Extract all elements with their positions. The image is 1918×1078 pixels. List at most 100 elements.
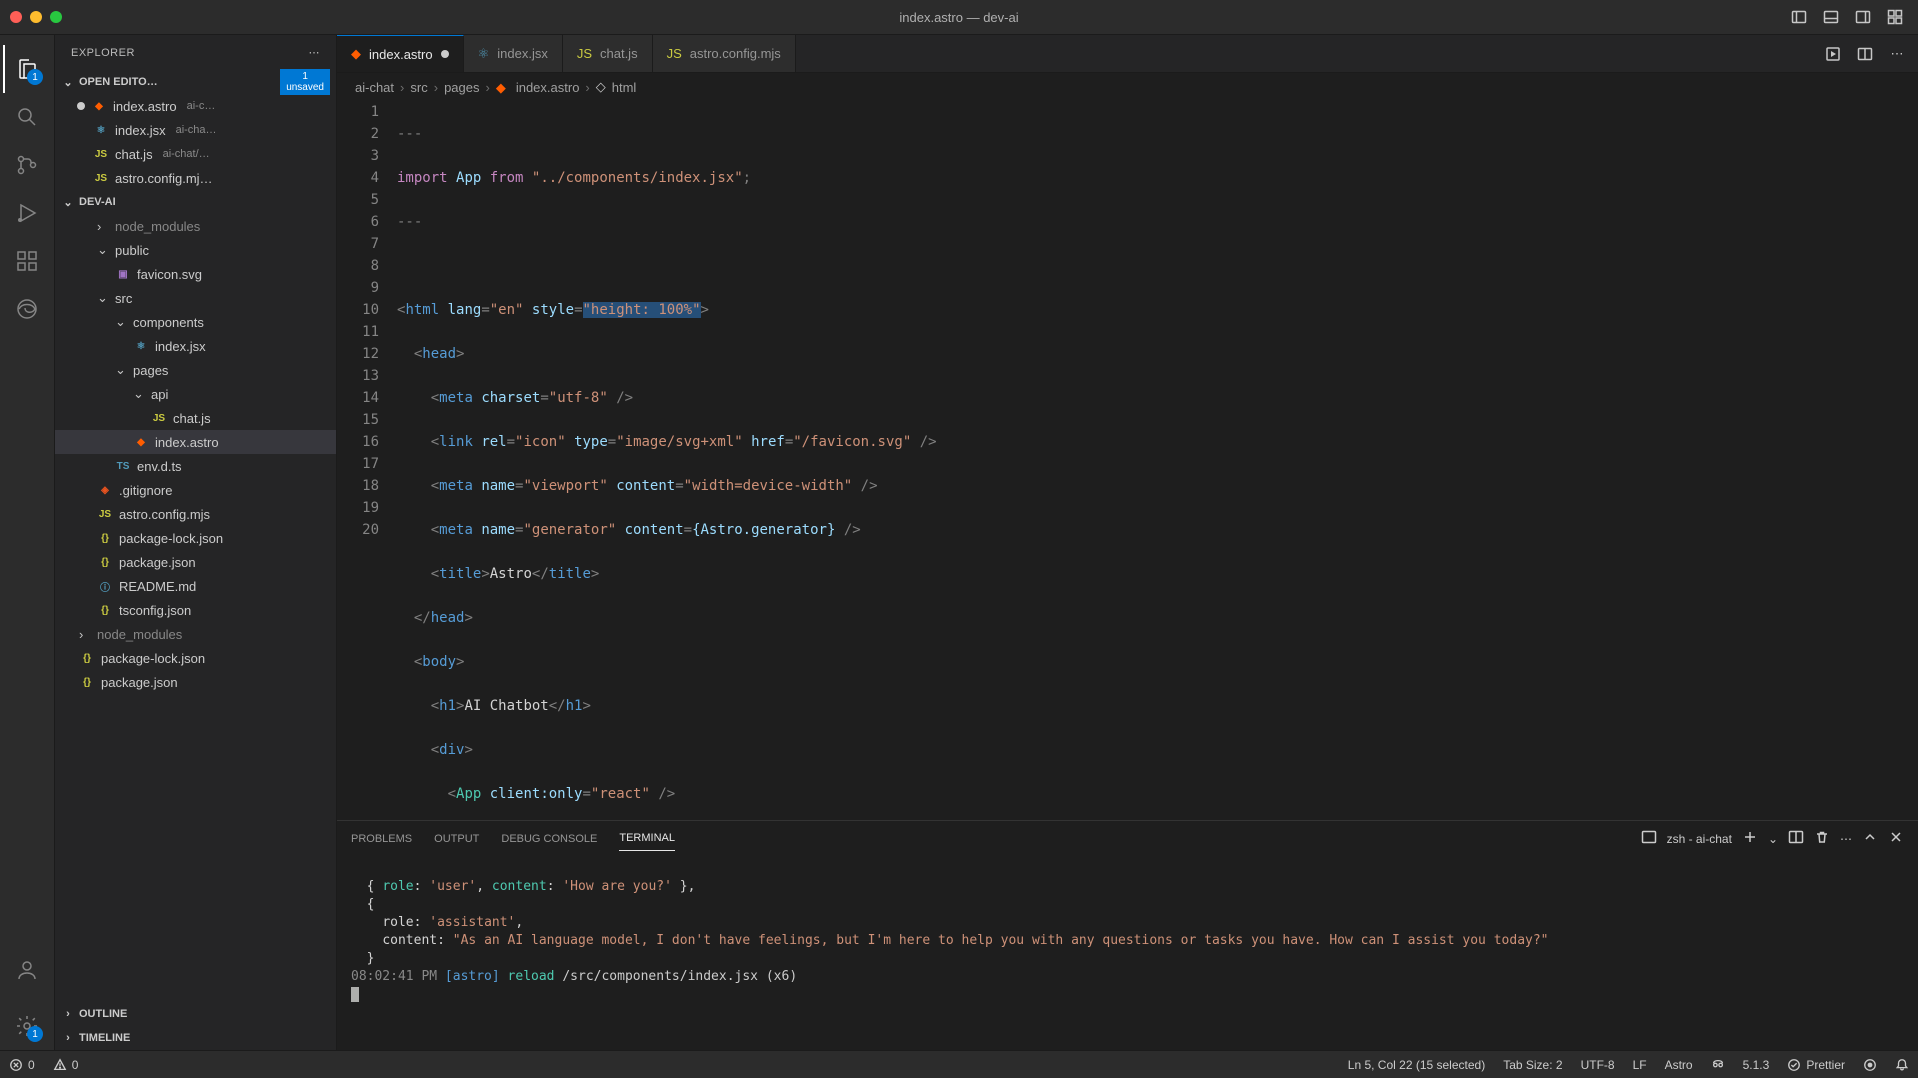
- toggle-primary-sidebar-icon[interactable]: [1786, 6, 1812, 28]
- status-copilot-icon[interactable]: [1702, 1058, 1734, 1072]
- explorer-activity[interactable]: 1: [3, 45, 51, 93]
- tab-index-astro[interactable]: ◆index.astro: [337, 35, 464, 72]
- status-tab-size[interactable]: Tab Size: 2: [1494, 1058, 1571, 1072]
- more-actions-icon[interactable]: ⋯: [1884, 43, 1910, 65]
- kill-terminal-icon[interactable]: [1814, 829, 1830, 848]
- file-package-json[interactable]: {}package.json: [55, 670, 336, 694]
- timeline-section[interactable]: ›TIMELINE: [55, 1026, 336, 1050]
- status-live-share-icon[interactable]: [1854, 1058, 1886, 1072]
- json-file-icon: {}: [97, 554, 113, 570]
- search-activity[interactable]: [3, 93, 51, 141]
- chevron-right-icon: ›: [79, 627, 91, 642]
- status-errors[interactable]: 0: [0, 1051, 44, 1078]
- breadcrumb-item[interactable]: ai-chat: [355, 80, 394, 95]
- status-bell-icon[interactable]: [1886, 1058, 1918, 1072]
- settings-activity[interactable]: 1: [3, 1002, 51, 1050]
- file-tsconfig[interactable]: {}tsconfig.json: [55, 598, 336, 622]
- title-bar: index.astro — dev-ai: [0, 0, 1918, 35]
- minimize-window-icon[interactable]: [30, 11, 42, 23]
- astro-file-icon: ◆: [133, 434, 149, 450]
- file-gitignore[interactable]: ◈.gitignore: [55, 478, 336, 502]
- json-file-icon: {}: [79, 674, 95, 690]
- split-terminal-icon[interactable]: [1788, 829, 1804, 848]
- code-editor[interactable]: 1234567891011121314151617181920 --- impo…: [337, 101, 1918, 820]
- panel-tab-output[interactable]: OUTPUT: [434, 827, 479, 851]
- tab-astro-config[interactable]: JSastro.config.mjs: [653, 35, 796, 72]
- open-editors-section[interactable]: ⌄ OPEN EDITO… 1 unsaved: [55, 70, 336, 94]
- file-env-dts[interactable]: TSenv.d.ts: [55, 454, 336, 478]
- close-window-icon[interactable]: [10, 11, 22, 23]
- breadcrumb-item[interactable]: html: [612, 80, 637, 95]
- toggle-secondary-sidebar-icon[interactable]: [1850, 6, 1876, 28]
- status-warnings[interactable]: 0: [44, 1051, 88, 1078]
- terminal-output[interactable]: { role: 'user', content: 'How are you?' …: [337, 856, 1918, 1050]
- folder-pages[interactable]: ⌄pages: [55, 358, 336, 382]
- customize-layout-icon[interactable]: [1882, 6, 1908, 28]
- edge-activity[interactable]: [3, 285, 51, 333]
- open-editor-item[interactable]: JSchat.jsai-chat/…: [55, 142, 336, 166]
- tab-chat-js[interactable]: JSchat.js: [563, 35, 653, 72]
- code-content[interactable]: --- import App from "../components/index…: [397, 101, 1918, 820]
- chevron-down-icon[interactable]: ⌄: [1768, 832, 1778, 846]
- file-chat-js[interactable]: JSchat.js: [55, 406, 336, 430]
- status-language[interactable]: Astro: [1656, 1058, 1702, 1072]
- breadcrumb[interactable]: ai-chat› src› pages› ◆index.astro› ◇html: [337, 73, 1918, 101]
- status-bar: 0 0 Ln 5, Col 22 (15 selected) Tab Size:…: [0, 1050, 1918, 1078]
- split-editor-icon[interactable]: [1852, 43, 1878, 65]
- panel-tabs: PROBLEMS OUTPUT DEBUG CONSOLE TERMINAL z…: [337, 821, 1918, 856]
- terminal-shell-label[interactable]: zsh - ai-chat: [1667, 832, 1732, 846]
- open-editors-list: ◆index.astroai-c… ⚛index.jsxai-cha… JSch…: [55, 94, 336, 190]
- open-editor-item[interactable]: ⚛index.jsxai-cha…: [55, 118, 336, 142]
- breadcrumb-item[interactable]: pages: [444, 80, 479, 95]
- outline-section[interactable]: ›OUTLINE: [55, 1002, 336, 1026]
- more-actions-icon[interactable]: ⋯: [1840, 832, 1852, 846]
- folder-public[interactable]: ⌄public: [55, 238, 336, 262]
- terminal-shell-icon[interactable]: [1641, 829, 1657, 848]
- file-index-jsx[interactable]: ⚛index.jsx: [55, 334, 336, 358]
- json-file-icon: {}: [79, 650, 95, 666]
- file-tree: ›node_modules ⌄public ▣favicon.svg ⌄src …: [55, 214, 336, 1002]
- sidebar-more-icon[interactable]: ⋯: [309, 46, 321, 59]
- zoom-window-icon[interactable]: [50, 11, 62, 23]
- breadcrumb-item[interactable]: index.astro: [516, 80, 580, 95]
- status-encoding[interactable]: UTF-8: [1572, 1058, 1624, 1072]
- source-control-activity[interactable]: [3, 141, 51, 189]
- chevron-down-icon: ⌄: [115, 314, 127, 330]
- file-astro-config[interactable]: JSastro.config.mjs: [55, 502, 336, 526]
- file-pkg-lock[interactable]: {}package-lock.json: [55, 646, 336, 670]
- extensions-activity[interactable]: [3, 237, 51, 285]
- panel-tab-terminal[interactable]: TERMINAL: [619, 826, 675, 851]
- panel-tab-debug[interactable]: DEBUG CONSOLE: [501, 827, 597, 851]
- folder-components[interactable]: ⌄components: [55, 310, 336, 334]
- tab-index-jsx[interactable]: ⚛index.jsx: [464, 35, 563, 72]
- open-editor-item[interactable]: ◆index.astroai-c…: [55, 94, 336, 118]
- js-file-icon: JS: [577, 46, 592, 61]
- run-debug-activity[interactable]: [3, 189, 51, 237]
- window-controls[interactable]: [10, 11, 62, 23]
- open-editor-item[interactable]: JSastro.config.mj…: [55, 166, 336, 190]
- run-icon[interactable]: [1820, 43, 1846, 65]
- status-eol[interactable]: LF: [1624, 1058, 1656, 1072]
- project-section[interactable]: ⌄ DEV-AI: [55, 190, 336, 214]
- file-pkg-lock[interactable]: {}package-lock.json: [55, 526, 336, 550]
- status-prettier[interactable]: Prettier: [1778, 1058, 1854, 1072]
- file-package-json[interactable]: {}package.json: [55, 550, 336, 574]
- folder-src[interactable]: ⌄src: [55, 286, 336, 310]
- folder-node-modules[interactable]: ›node_modules: [55, 214, 336, 238]
- terminal-add-button[interactable]: [1742, 829, 1758, 848]
- js-file-icon: JS: [97, 506, 113, 522]
- folder-node-modules[interactable]: ›node_modules: [55, 622, 336, 646]
- status-cursor-position[interactable]: Ln 5, Col 22 (15 selected): [1339, 1058, 1494, 1072]
- file-readme[interactable]: ⓘREADME.md: [55, 574, 336, 598]
- js-file-icon: JS: [151, 410, 167, 426]
- close-panel-icon[interactable]: [1888, 829, 1904, 848]
- maximize-panel-icon[interactable]: [1862, 829, 1878, 848]
- folder-api[interactable]: ⌄api: [55, 382, 336, 406]
- accounts-activity[interactable]: [3, 946, 51, 994]
- status-version[interactable]: 5.1.3: [1734, 1058, 1779, 1072]
- file-index-astro[interactable]: ◆index.astro: [55, 430, 336, 454]
- breadcrumb-item[interactable]: src: [410, 80, 427, 95]
- panel-tab-problems[interactable]: PROBLEMS: [351, 827, 412, 851]
- toggle-panel-icon[interactable]: [1818, 6, 1844, 28]
- file-favicon[interactable]: ▣favicon.svg: [55, 262, 336, 286]
